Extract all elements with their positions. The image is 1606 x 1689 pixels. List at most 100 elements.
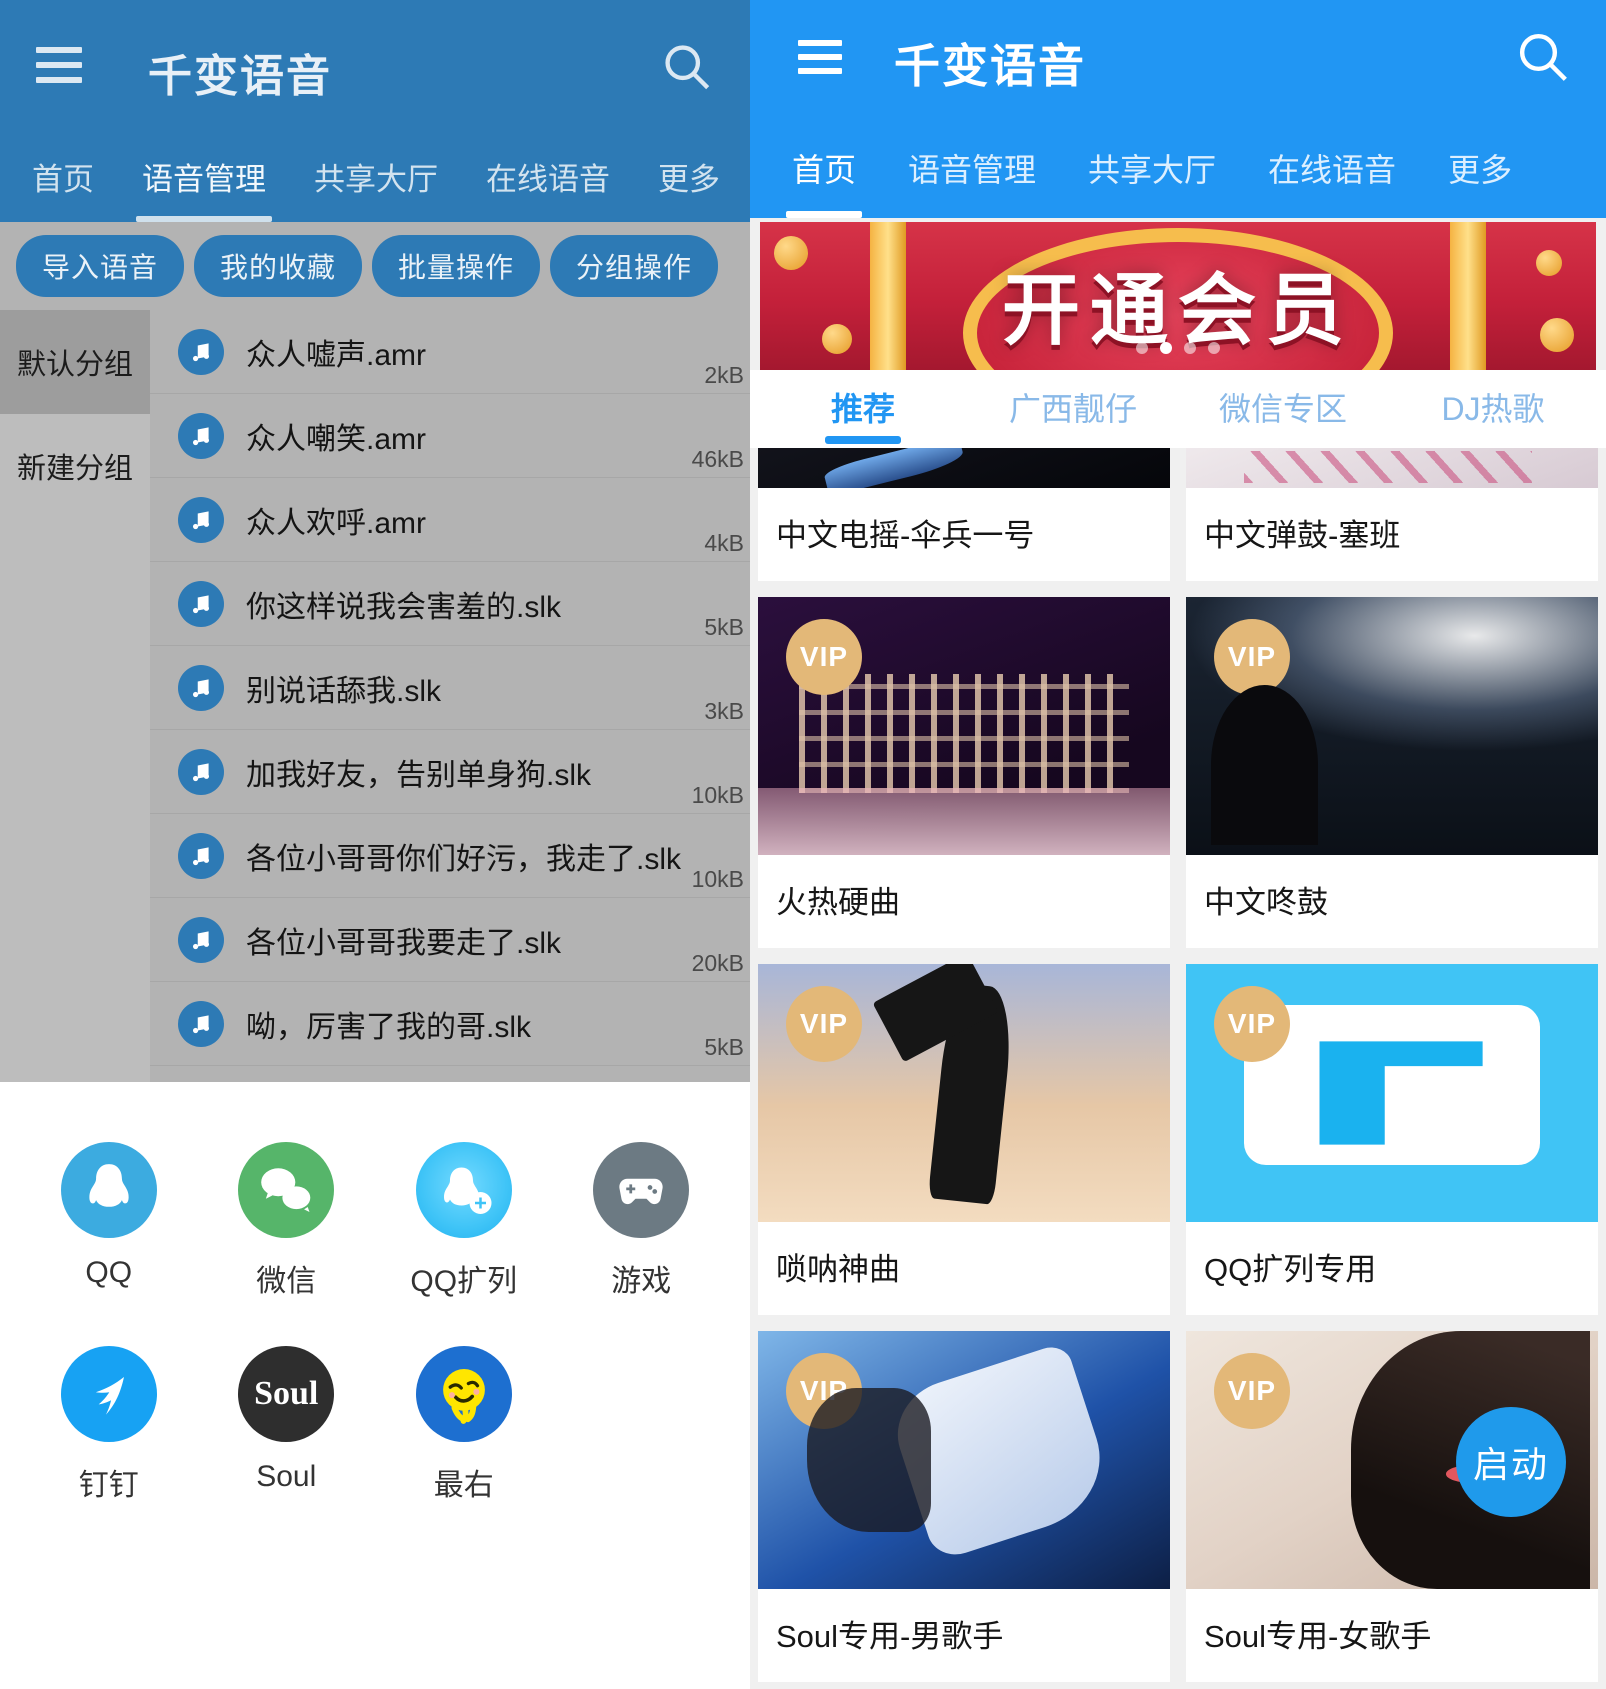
banner-dot[interactable] — [1136, 342, 1148, 354]
hamburger-icon[interactable] — [36, 47, 82, 83]
list-item[interactable]: VIP Soul专用-男歌手 — [758, 1331, 1170, 1682]
file-size: 46kB — [691, 446, 744, 472]
table-row[interactable]: 众人欢呼.amr 4kB — [150, 478, 750, 562]
vip-badge: VIP — [1214, 619, 1290, 695]
app-item-game[interactable]: 游戏 — [553, 1142, 731, 1300]
batch-operation-button[interactable]: 批量操作 — [372, 235, 541, 297]
card-title: 火热硬曲 — [776, 885, 900, 920]
table-row[interactable]: 各位小哥哥我要走了.slk 20kB — [150, 898, 750, 982]
left-content-body: 默认分组 新建分组 众人嘘声.amr 2kB 众人嘲笑.amr 46kB 众人欢 — [0, 310, 750, 1082]
table-row[interactable]: 众人嘘声.amr 2kB — [150, 310, 750, 394]
file-size: 10kB — [691, 866, 744, 892]
zuiyou-icon — [415, 1346, 512, 1442]
vip-badge: VIP — [1214, 986, 1290, 1062]
app-item-dingtalk[interactable]: 钉钉 — [20, 1346, 198, 1504]
file-size: 10kB — [691, 782, 744, 808]
tab-online-voice[interactable]: 在线语音 — [1242, 118, 1422, 218]
qq-icon — [60, 1142, 157, 1238]
card-title: QQ扩列专用 — [1204, 1252, 1377, 1287]
search-icon[interactable] — [1514, 28, 1570, 84]
file-name: 众人嘘声.amr — [246, 338, 426, 372]
tab-more[interactable]: 更多 — [1422, 118, 1538, 218]
card-thumbnail: VIP — [758, 1331, 1170, 1589]
music-note-icon — [178, 496, 224, 543]
search-icon[interactable] — [660, 40, 712, 92]
tab-voice-manage[interactable]: 语音管理 — [118, 130, 290, 222]
file-size: 3kB — [704, 698, 744, 724]
table-row[interactable]: 各位小哥哥你们好污，我走了.slk 10kB — [150, 814, 750, 898]
group-item-new[interactable]: 新建分组 — [0, 414, 150, 518]
left-app-bar: 千变语音 — [0, 0, 750, 130]
card-title: 中文弹鼓-塞班 — [1204, 518, 1401, 553]
card-thumbnail — [1186, 448, 1598, 488]
tab-share-hall[interactable]: 共享大厅 — [290, 130, 462, 222]
app-screenshot: 千变语音 首页 语音管理 共享大厅 在线语音 更多 导入语音 我的收藏 批量操作… — [0, 0, 1606, 1689]
table-row[interactable]: 众人嘲笑.amr 46kB — [150, 394, 750, 478]
launch-button[interactable]: 启动 — [1456, 1407, 1566, 1517]
app-label: QQ — [85, 1256, 133, 1289]
app-item-soul[interactable]: Soul Soul — [198, 1346, 376, 1504]
banner-dot-active[interactable] — [1160, 342, 1172, 354]
left-tab-bar: 首页 语音管理 共享大厅 在线语音 更多 — [0, 130, 750, 222]
cat-tab-dj[interactable]: DJ热歌 — [1388, 370, 1598, 448]
file-name: 加我好友，告别单身狗.slk — [246, 758, 591, 792]
list-item[interactable]: 中文电摇-伞兵一号 — [758, 448, 1170, 581]
tab-share-hall[interactable]: 共享大厅 — [1062, 118, 1242, 218]
list-item[interactable]: VIP 火热硬曲 — [758, 597, 1170, 948]
music-note-icon — [178, 664, 224, 711]
app-label: Soul — [256, 1460, 317, 1493]
file-name: 众人欢呼.amr — [246, 506, 426, 540]
group-sidebar: 默认分组 新建分组 — [0, 310, 150, 1082]
table-row[interactable]: 别说话舔我.slk 3kB — [150, 646, 750, 730]
app-label: 微信 — [256, 1265, 317, 1298]
list-item[interactable]: VIP QQ扩列专用 — [1186, 964, 1598, 1315]
cat-tab-recommend[interactable]: 推荐 — [758, 370, 968, 448]
app-label: QQ扩列 — [410, 1265, 518, 1298]
hamburger-icon[interactable] — [798, 40, 842, 74]
table-row[interactable]: 你这样说我会害羞的.slk 5kB — [150, 562, 750, 646]
card-thumbnail: VIP — [758, 597, 1170, 855]
tab-more[interactable]: 更多 — [634, 130, 744, 222]
tab-voice-manage[interactable]: 语音管理 — [882, 118, 1062, 218]
soul-icon: Soul — [238, 1346, 335, 1442]
import-voice-button[interactable]: 导入语音 — [16, 235, 185, 297]
music-note-icon — [178, 916, 224, 963]
tab-home[interactable]: 首页 — [766, 118, 882, 218]
right-app-bar: 千变语音 — [750, 0, 1606, 118]
vip-badge: VIP — [786, 619, 862, 695]
card-title: 中文咚鼓 — [1204, 885, 1328, 920]
app-item-wechat[interactable]: 微信 — [198, 1142, 376, 1300]
banner-dot[interactable] — [1184, 342, 1196, 354]
music-note-icon — [178, 748, 224, 795]
dingtalk-icon — [60, 1346, 157, 1442]
list-item[interactable]: VIP 中文咚鼓 — [1186, 597, 1598, 948]
file-size: 4kB — [704, 530, 744, 556]
left-action-bar: 导入语音 我的收藏 批量操作 分组操作 — [0, 222, 750, 310]
banner-pagination-dots[interactable] — [760, 342, 1596, 354]
table-row[interactable]: 呦，厉害了我的哥.slk 5kB — [150, 982, 750, 1066]
vip-badge: VIP — [786, 1353, 862, 1429]
music-note-icon — [178, 1000, 224, 1047]
my-favorites-button[interactable]: 我的收藏 — [194, 235, 363, 297]
file-name: 别说话舔我.slk — [246, 674, 441, 708]
app-item-qq-extend[interactable]: QQ扩列 — [375, 1142, 553, 1300]
membership-banner[interactable]: 开通会员 — [760, 222, 1596, 370]
group-item-default[interactable]: 默认分组 — [0, 310, 150, 414]
voice-file-list[interactable]: 众人嘘声.amr 2kB 众人嘲笑.amr 46kB 众人欢呼.amr 4kB … — [150, 310, 750, 1082]
cat-tab-wechat-zone[interactable]: 微信专区 — [1178, 370, 1388, 448]
app-item-qq[interactable]: QQ — [20, 1142, 198, 1300]
cat-tab-guangxi[interactable]: 广西靓仔 — [968, 370, 1178, 448]
banner-dot[interactable] — [1208, 342, 1220, 354]
tab-home[interactable]: 首页 — [8, 130, 118, 222]
wechat-icon — [238, 1142, 335, 1238]
soul-wordmark: Soul — [254, 1375, 319, 1412]
table-row[interactable]: 加我好友，告别单身狗.slk 10kB — [150, 730, 750, 814]
right-tab-bar: 首页 语音管理 共享大厅 在线语音 更多 — [750, 118, 1606, 218]
list-item[interactable]: VIP 唢呐神曲 — [758, 964, 1170, 1315]
card-thumbnail: VIP — [1186, 597, 1598, 855]
tab-online-voice[interactable]: 在线语音 — [462, 130, 634, 222]
group-operation-button[interactable]: 分组操作 — [550, 235, 719, 297]
list-item[interactable]: 中文弹鼓-塞班 — [1186, 448, 1598, 581]
app-item-zuiyou[interactable]: 最右 — [375, 1346, 553, 1504]
music-note-icon — [178, 580, 224, 627]
